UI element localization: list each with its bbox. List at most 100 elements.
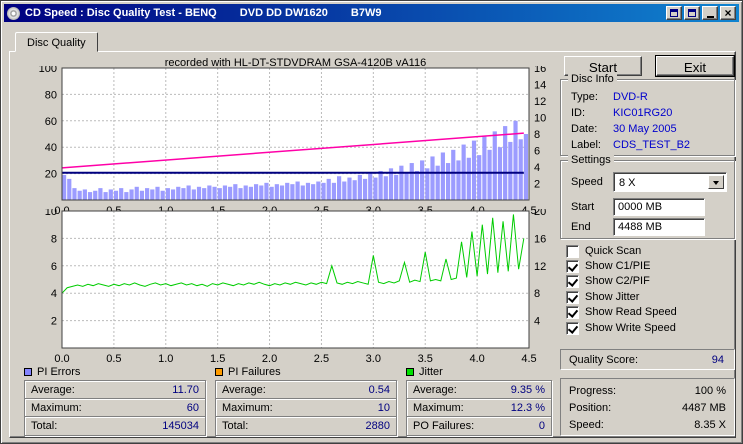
stat-value: 60: [186, 401, 199, 414]
jitter-panel: Jitter Average: 9.35 % Maximum: 12.3 % PO …: [406, 365, 552, 436]
disc-info-group: Disc Info Type: DVD-R ID: KIC01RG20 Date: 3…: [560, 73, 735, 156]
stat-label: Average:: [413, 383, 457, 396]
close-button[interactable]: ×: [720, 6, 736, 20]
minimize-button[interactable]: [702, 6, 718, 20]
stat-value: 0.54: [368, 383, 390, 396]
stat-label: PO Failures:: [413, 420, 475, 432]
chevron-down-icon: [713, 180, 719, 188]
window-title-app: CD Speed : Disc Quality Test - BENQ: [25, 7, 217, 19]
pi-errors-legend-swatch-icon: [24, 368, 32, 376]
show-read-speed-checkbox[interactable]: [566, 305, 579, 319]
pi-failures-legend-swatch-icon: [215, 368, 223, 376]
svg-text:1.5: 1.5: [210, 353, 225, 365]
stat-panel-title: PI Errors: [37, 366, 81, 378]
stat-label: Average:: [31, 383, 75, 396]
show-write-speed-checkbox[interactable]: [566, 321, 579, 335]
quality-score-label: Quality Score:: [569, 353, 639, 366]
disc-label-value: CDS_TEST_B2: [613, 139, 691, 151]
svg-text:16: 16: [534, 233, 546, 245]
svg-text:60: 60: [45, 116, 57, 128]
disc-label-label: Label:: [571, 139, 601, 151]
stat-value: 2880: [365, 420, 390, 432]
titlebar-icon-button-2[interactable]: [684, 6, 700, 20]
close-icon: ×: [724, 6, 732, 20]
svg-text:1.0: 1.0: [158, 353, 173, 365]
app-window: CD Speed : Disc Quality Test - BENQ DVD …: [0, 0, 743, 444]
checkbox-show-c1-pie[interactable]: Show C1/PIE: [566, 259, 650, 273]
show-jitter-checkbox[interactable]: [566, 290, 579, 304]
svg-text:4: 4: [534, 316, 540, 328]
disc-type-label: Type:: [571, 91, 598, 103]
stat-value: 0: [538, 420, 545, 432]
quality-score-value: 94: [711, 353, 724, 366]
checkbox-show-read-speed[interactable]: Show Read Speed: [566, 305, 677, 319]
settings-group-title: Settings: [568, 154, 614, 166]
speed-dropdown-button[interactable]: [708, 175, 724, 189]
svg-text:8: 8: [534, 129, 540, 141]
settings-group: Settings Speed 8 X Start End: [560, 154, 735, 239]
svg-text:3.5: 3.5: [418, 353, 433, 365]
progress-label: Progress:: [569, 384, 617, 397]
checkbox-label: Show C2/PIF: [585, 275, 650, 287]
quality-score-panel: Quality Score: 94: [560, 349, 735, 370]
svg-text:4.5: 4.5: [521, 353, 536, 365]
svg-text:2: 2: [534, 179, 540, 191]
start-position-field[interactable]: [613, 198, 705, 216]
titlebar-icon-button-1[interactable]: [666, 6, 682, 20]
checkbox-show-c2-pif[interactable]: Show C2/PIF: [566, 274, 650, 288]
svg-text:100: 100: [39, 66, 57, 75]
pi-failures-panel: PI Failures Average: 0.54 Maximum: 10 Tota…: [215, 365, 397, 436]
checkbox-show-write-speed[interactable]: Show Write Speed: [566, 321, 676, 335]
pi-errors-panel: PI Errors Average: 11.70 Maximum: 60 Total…: [24, 365, 206, 436]
stat-label: Maximum:: [413, 401, 464, 414]
exit-button[interactable]: Exit: [655, 55, 735, 77]
checkbox-label: Show Jitter: [585, 291, 640, 303]
speed-select[interactable]: 8 X: [613, 172, 727, 192]
stat-panel-title: Jitter: [419, 366, 443, 378]
stat-value: 145034: [162, 420, 199, 432]
window-title-firmware: B7W9: [350, 7, 382, 19]
start-position-label: Start: [571, 201, 595, 213]
svg-text:8: 8: [51, 233, 57, 245]
jitter-legend-swatch-icon: [406, 368, 414, 376]
svg-text:3.0: 3.0: [366, 353, 381, 365]
svg-text:2: 2: [51, 316, 57, 328]
tab-disc-quality[interactable]: Disc Quality: [15, 32, 98, 52]
svg-text:2.0: 2.0: [262, 353, 277, 365]
show-c1-pie-checkbox[interactable]: [566, 259, 579, 273]
pi-errors-speed-chart: 204060801002468101214160.00.51.01.52.02.…: [39, 66, 547, 217]
window-title-drive: DVD DD DW1620: [239, 7, 328, 19]
quick-scan-checkbox[interactable]: [566, 244, 579, 258]
svg-text:10: 10: [534, 113, 546, 125]
checkbox-label: Quick Scan: [585, 245, 642, 257]
svg-text:4: 4: [51, 288, 57, 300]
stat-label: Average:: [222, 383, 266, 396]
progress-value: 100 %: [694, 384, 726, 397]
svg-text:20: 20: [45, 169, 57, 181]
svg-text:4.0: 4.0: [469, 353, 484, 365]
end-position-label: End: [571, 221, 591, 233]
svg-text:2.5: 2.5: [314, 353, 329, 365]
speed-label: Speed: [571, 176, 603, 188]
checkbox-label: Show Write Speed: [585, 322, 676, 334]
speed-value: 8.35 X: [694, 418, 726, 431]
stat-label: Maximum:: [31, 401, 82, 414]
checkbox-show-jitter[interactable]: Show Jitter: [566, 290, 639, 304]
stat-value: 9.35 %: [510, 383, 545, 396]
stat-value: 10: [377, 401, 390, 414]
svg-text:80: 80: [45, 89, 57, 101]
jitter-chart: 2 4 6 8 10 4 8 12 16 20 0.0 0.5 1.0 1.5 2.0 2.5 3.0 3.5 4.…: [45, 209, 547, 365]
disc-date-value: 30 May 2005: [613, 123, 677, 135]
show-c2-pif-checkbox[interactable]: [566, 274, 579, 288]
progress-panel: Progress: 100 % Position: 4487 MB Speed: 8.…: [560, 378, 735, 436]
disc-info-group-title: Disc Info: [568, 73, 617, 85]
window-glyph-icon: [670, 9, 678, 17]
checkbox-quick-scan[interactable]: Quick Scan: [566, 244, 641, 258]
speed-selected-value: 8 X: [619, 177, 636, 189]
stat-label: Total:: [222, 420, 249, 432]
end-position-field[interactable]: [613, 218, 705, 236]
position-label: Position:: [569, 401, 612, 414]
window-glyph-icon: [688, 9, 696, 17]
svg-text:40: 40: [45, 142, 57, 154]
titlebar: CD Speed : Disc Quality Test - BENQ DVD …: [4, 4, 739, 22]
